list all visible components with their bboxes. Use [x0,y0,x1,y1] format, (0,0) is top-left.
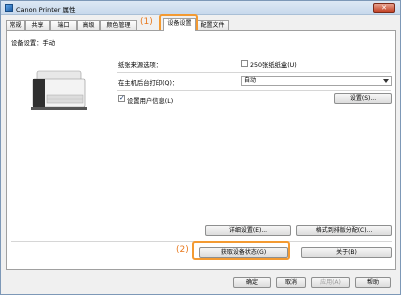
detailed-settings-button[interactable]: 详细设置(E)... [205,225,291,236]
about-button[interactable]: 关于(B) [301,247,392,258]
printer-illustration [31,70,87,110]
window-title: Canon Printer 属性 [16,6,76,14]
tab-ports[interactable]: 端口 [50,20,77,30]
tab-profile[interactable]: 配置文件 [196,20,229,30]
paper-source-option-label: 纸张来源选项： [118,62,163,69]
tab-advanced[interactable]: 高级 [77,20,100,30]
close-button[interactable]: ✕ [373,3,395,13]
settings-button[interactable]: 设置(S)... [334,93,392,104]
paper-tray-250-checkbox[interactable] [241,60,248,67]
format-assignment-button[interactable]: 格式到排版分配(C)... [296,225,392,236]
device-settings-panel: 设备设置：手动 纸张来源选项： 250张纸纸盒(U) 在主机后台打印(Q)： 自… [6,30,396,270]
user-info-label: 设置用户信息(L) [127,98,174,105]
chevron-down-icon [383,79,389,83]
callout-2: (2) [176,245,189,255]
printer-image [13,61,105,117]
separator [117,72,391,73]
paper-tray-250-label: 250张纸纸盒(U) [250,62,297,69]
printer-app-icon [5,4,13,12]
tab-device-settings[interactable]: 设备设置 [163,18,196,31]
cancel-button[interactable]: 取消 [276,277,306,288]
host-spooling-value: 自动 [244,77,257,84]
host-spooling-label: 在主机后台打印(Q)： [118,80,179,87]
ok-button[interactable]: 确定 [233,277,271,288]
tab-color-management[interactable]: 颜色管理 [100,20,137,30]
tab-general[interactable]: 常规 [6,20,25,30]
host-spooling-select[interactable]: 自动 [241,76,392,86]
user-info-checkbox[interactable] [118,94,125,102]
tab-sharing[interactable]: 共享 [25,20,50,30]
separator [117,90,391,91]
title-bar: Canon Printer 属性 ✕ [1,1,400,15]
device-settings-mode: 设备设置：手动 [11,40,56,47]
help-button[interactable]: 帮助 [355,277,391,288]
callout-1: (1) [140,17,153,27]
printer-properties-window: Canon Printer 属性 ✕ 常规 共享 端口 高级 颜色管理 设备设置… [0,0,401,295]
highlight-get-status-button [192,241,290,260]
apply-button[interactable]: 应用(A) [311,277,350,288]
